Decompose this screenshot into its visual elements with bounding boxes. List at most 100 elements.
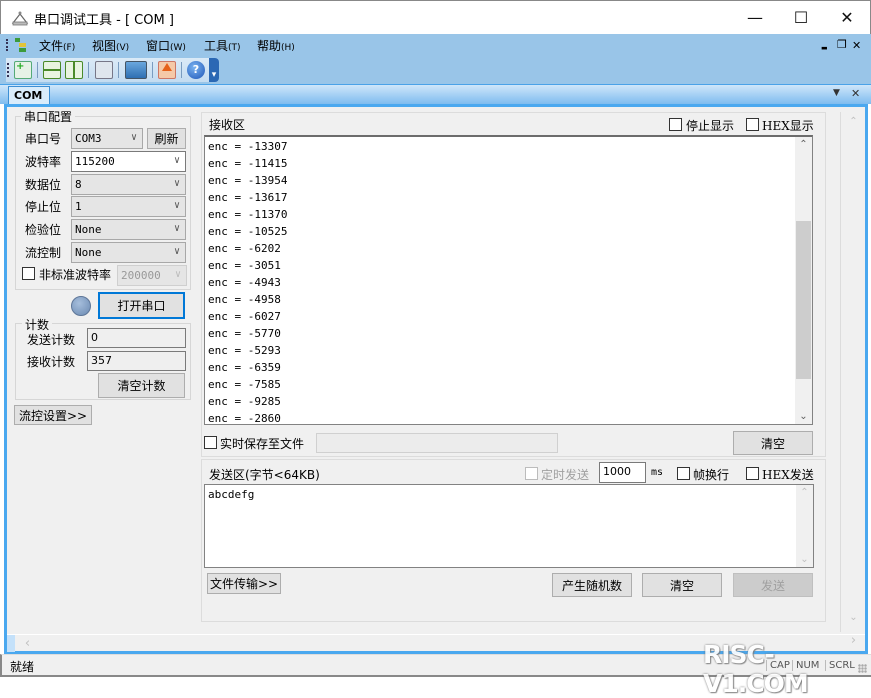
menu-view[interactable]: 视图(V)	[92, 37, 129, 54]
stopbits-label: 停止位	[25, 200, 62, 214]
timed-send-checkbox	[525, 467, 538, 480]
receive-line: enc = -9285	[208, 395, 281, 408]
maximize-button[interactable]: ☐	[778, 1, 824, 34]
mdi-close-button[interactable]: ✕	[852, 39, 861, 52]
toolbar-separator	[118, 62, 119, 78]
hex-send-checkbox[interactable]	[746, 467, 759, 480]
file-transfer-button[interactable]: 文件传输>>	[207, 573, 281, 594]
databits-select[interactable]: 8 ∨	[71, 174, 186, 195]
frame-newline-checkbox[interactable]	[677, 467, 690, 480]
view-vertical-scrollbar[interactable]: ⌃ ⌄	[840, 112, 865, 632]
chevron-down-icon: ∨	[173, 155, 180, 166]
menu-help[interactable]: 帮助(H)	[257, 37, 295, 54]
custom-baud-checkbox[interactable]	[22, 267, 35, 280]
flow-settings-button[interactable]: 流控设置>>	[14, 405, 92, 425]
random-number-button[interactable]: 产生随机数	[552, 573, 632, 597]
port-select[interactable]: COM3 ∨	[71, 128, 143, 149]
tab-close-button[interactable]: ✕	[851, 87, 860, 100]
hex-display-label: HEX显示	[762, 119, 814, 133]
receive-line: enc = -13954	[208, 174, 288, 187]
minimize-button[interactable]: —	[732, 1, 778, 34]
scroll-down-icon[interactable]: ⌄	[796, 554, 813, 565]
stop-display-checkbox[interactable]	[669, 118, 682, 131]
refresh-button[interactable]: 刷新	[147, 128, 186, 149]
mdi-document-icon[interactable]	[14, 37, 28, 53]
app-icon	[11, 11, 29, 26]
mdi-restore-button[interactable]: ❐	[837, 38, 847, 51]
tab-list-dropdown[interactable]: ▼	[833, 88, 840, 98]
close-button[interactable]: ✕	[824, 1, 870, 34]
recv-count-field: 357	[87, 351, 186, 371]
receive-line: enc = -4958	[208, 293, 281, 306]
receive-line: enc = -13307	[208, 140, 288, 153]
timed-send-label: 定时发送	[541, 468, 590, 482]
document-tab-strip	[0, 84, 871, 104]
new-window-icon[interactable]: +	[14, 61, 32, 79]
minimize-icon: ▬	[821, 44, 828, 52]
receive-line: enc = -10525	[208, 225, 288, 238]
menu-window[interactable]: 窗口(W)	[146, 37, 186, 54]
hex-send-label: HEX发送	[762, 468, 814, 482]
toolbar-overflow-button[interactable]: ▾	[209, 58, 219, 82]
port-status-led	[71, 296, 91, 316]
close-icon: ✕	[851, 87, 861, 100]
save-to-file-checkbox[interactable]	[204, 436, 217, 449]
receive-line: enc = -2860	[208, 412, 281, 425]
scroll-left-icon[interactable]: ‹	[19, 636, 36, 651]
receive-scrollbar[interactable]: ⌃ ⌄	[795, 137, 812, 424]
parity-select[interactable]: None ∨	[71, 219, 186, 240]
toolbar-grip[interactable]	[7, 63, 9, 77]
receive-line: enc = -5770	[208, 327, 281, 340]
tab-com[interactable]: COM	[8, 86, 50, 105]
scroll-up-icon[interactable]: ⌃	[795, 139, 812, 150]
send-textarea[interactable]: abcdefg ⌃ ⌄	[204, 484, 814, 568]
send-title: 发送区(字节<64KB)	[209, 468, 320, 482]
scroll-up-icon[interactable]: ⌃	[796, 487, 813, 498]
toolbar-separator	[88, 62, 89, 78]
custom-baud-select: 200000 ∨	[117, 265, 187, 286]
calculator-icon[interactable]	[95, 61, 113, 79]
recv-count-label: 接收计数	[27, 355, 76, 369]
databits-label: 数据位	[25, 178, 62, 192]
send-button[interactable]: 发送	[733, 573, 813, 597]
clear-receive-button[interactable]: 清空	[733, 431, 813, 455]
stopbits-select[interactable]: 1 ∨	[71, 196, 186, 217]
mdi-minimize-button[interactable]: ▬	[821, 40, 828, 53]
sent-count-field: 0	[87, 328, 186, 348]
horizontal-split-icon[interactable]	[43, 61, 61, 79]
window-title: 串口调试工具 - [ COM ]	[34, 13, 174, 28]
serial-config-title: 串口配置	[21, 108, 76, 125]
help-icon[interactable]: ?	[187, 61, 205, 79]
flow-control-select[interactable]: None ∨	[71, 242, 186, 263]
receive-line: enc = -7585	[208, 378, 281, 391]
menubar-grip[interactable]	[6, 39, 8, 51]
chevron-down-icon: ▾	[211, 70, 217, 80]
device-manager-icon[interactable]	[125, 61, 147, 79]
menu-bar: 文件(F) 视图(V) 窗口(W) 工具(T) 帮助(H)	[0, 34, 871, 56]
scroll-down-icon[interactable]: ⌄	[845, 612, 862, 623]
scroll-up-icon[interactable]: ⌃	[845, 116, 862, 127]
parity-label: 检验位	[25, 223, 62, 237]
receive-textarea[interactable]: enc = -13307 enc = -11415 enc = -13954 enc …	[204, 135, 813, 425]
hex-display-checkbox[interactable]	[746, 118, 759, 131]
send-scrollbar[interactable]: ⌃ ⌄	[796, 485, 813, 567]
baud-select[interactable]: 115200 ∨	[71, 151, 186, 172]
status-text: 就绪	[10, 660, 35, 674]
menu-tools[interactable]: 工具(T)	[204, 37, 241, 54]
scroll-down-icon[interactable]: ⌄	[795, 411, 812, 422]
menu-file[interactable]: 文件(F)	[39, 37, 75, 54]
scrollbar-thumb[interactable]	[796, 221, 811, 379]
baud-label: 波特率	[25, 155, 62, 169]
upload-icon[interactable]	[158, 61, 176, 79]
close-icon: ✕	[840, 8, 854, 27]
save-to-file-label: 实时保存至文件	[220, 437, 305, 451]
interval-unit: ms	[651, 467, 664, 478]
open-port-button[interactable]: 打开串口	[98, 292, 185, 319]
vertical-split-icon[interactable]	[65, 61, 83, 79]
interval-input[interactable]: 1000	[599, 462, 646, 483]
clear-count-button[interactable]: 清空计数	[98, 373, 185, 398]
receive-line: enc = -6359	[208, 361, 281, 374]
clear-send-button[interactable]: 清空	[642, 573, 722, 597]
title-bar: 串口调试工具 - [ COM ] — ☐ ✕	[0, 0, 871, 34]
receive-line: enc = -3051	[208, 259, 281, 272]
